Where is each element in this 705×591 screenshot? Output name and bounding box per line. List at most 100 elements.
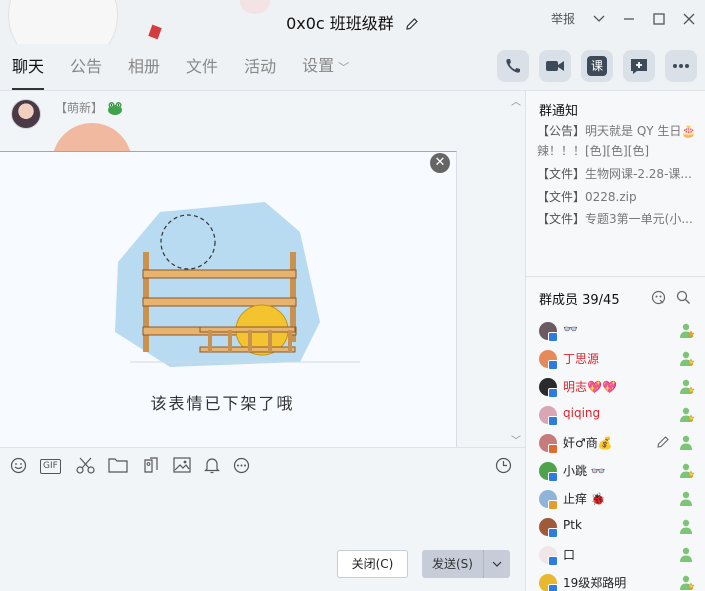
member-name[interactable]: 口 (563, 546, 575, 563)
member-name[interactable]: 小跳 👓 (563, 462, 606, 479)
tab-label: 设置 (302, 56, 335, 75)
emoji-icon[interactable] (10, 457, 27, 478)
history-clock-icon[interactable] (495, 457, 512, 478)
add-app-icon[interactable] (623, 50, 655, 82)
admin-role-icon (678, 350, 696, 368)
member-row[interactable]: 口 (526, 541, 705, 569)
member-name[interactable]: 👓 (563, 322, 578, 336)
member-row[interactable]: 止痒 🐞 (526, 485, 705, 513)
member-name[interactable]: Ptk (563, 518, 582, 532)
sticker-unavailable-caption: 该表情已下架了哦 (150, 394, 295, 413)
video-call-icon[interactable] (539, 50, 571, 82)
device-badge-icon (548, 416, 558, 426)
send-button[interactable]: 发送(S) (422, 550, 510, 578)
member-row[interactable]: 19级郑路明 (526, 569, 705, 591)
edit-pencil-icon[interactable] (405, 16, 419, 35)
tab-files[interactable]: 文件 (186, 44, 218, 90)
edit-pencil-icon[interactable] (656, 435, 670, 453)
member-row[interactable]: 👓 (526, 317, 705, 345)
member-name[interactable]: 止痒 🐞 (563, 490, 606, 507)
tab-activities[interactable]: 活动 (244, 44, 276, 90)
notice-item[interactable]: 【文件】生物网课-2.28-课... (537, 164, 697, 184)
member-name[interactable]: 奸♂商💰 (563, 434, 613, 451)
scissors-icon[interactable] (76, 457, 95, 478)
report-button[interactable]: 举报 (551, 10, 575, 27)
group-name[interactable]: 0x0c 班班级群 (286, 14, 394, 33)
sender-title: 【萌新】 (55, 101, 104, 115)
notice-item[interactable]: 【公告】明天就是 QY 生日🎂辣！！！[色][色][色] (537, 121, 697, 161)
sticker-message[interactable]: 该表情已下架了哦 (0, 151, 457, 447)
close-icon[interactable]: ✕ (430, 153, 450, 173)
bell-icon[interactable] (204, 457, 220, 478)
member-row[interactable]: 奸♂商💰 (526, 429, 705, 457)
more-icon[interactable] (665, 50, 697, 82)
notice-text: 0228.zip (585, 190, 637, 204)
group-members-panel: 群成员 39/45 👓 丁思源明志💖💖 qiqing 奸♂商💰 小跳 👓 止痒 🐞 Ptk 口… (525, 276, 705, 591)
class-icon-label: 课 (587, 56, 607, 76)
notice-tag: 【文件】 (537, 190, 586, 204)
member-name[interactable]: 明志💖💖 (563, 378, 617, 395)
member-name[interactable]: 19级郑路明 (563, 574, 626, 591)
close-icon[interactable] (683, 13, 695, 25)
chevron-down-icon[interactable] (484, 550, 510, 578)
member-role-icon (678, 434, 696, 452)
tab-settings[interactable]: 设置 ﹀ (302, 43, 349, 91)
member-row[interactable]: Ptk (526, 513, 705, 541)
folder-icon[interactable] (108, 457, 128, 477)
tab-label: 活动 (244, 57, 277, 76)
message-input[interactable]: 关闭(C) 发送(S) (0, 483, 525, 591)
more-circle-icon[interactable] (233, 457, 250, 478)
group-notice-panel: 群通知 【公告】明天就是 QY 生日🎂辣！！！[色][色][色] 【文件】生物网… (525, 90, 705, 276)
tab-label: 聊天 (12, 57, 45, 76)
notice-tag: 【公告】 (537, 124, 586, 138)
member-name[interactable]: 丁思源 (563, 350, 599, 367)
maximize-icon[interactable] (653, 12, 665, 25)
shelf-illustration (115, 202, 360, 367)
tab-announcements[interactable]: 公告 (70, 44, 102, 90)
send-button-label[interactable]: 发送(S) (422, 550, 484, 578)
members-title: 群成员 39/45 (539, 293, 620, 308)
member-row[interactable]: 丁思源 (526, 345, 705, 373)
member-name[interactable]: qiqing (563, 406, 600, 420)
phone-icon[interactable] (497, 50, 529, 82)
chevron-down-icon[interactable] (593, 15, 605, 23)
member-row[interactable]: qiqing (526, 401, 705, 429)
tab-chat[interactable]: 聊天 (12, 44, 45, 90)
notice-tag: 【文件】 (537, 212, 586, 226)
tab-album[interactable]: 相册 (128, 44, 160, 90)
image-icon[interactable] (173, 457, 191, 477)
avatar[interactable] (11, 99, 41, 129)
group-tabs: 聊天 公告 相册 文件 活动 设置 ﹀ (0, 44, 525, 90)
chat-message-area[interactable]: 【萌新】 ︿ 该表情已下架了哦 ✕ ﹀ (0, 90, 525, 447)
member-manage-icon[interactable] (651, 290, 666, 309)
notice-item[interactable]: 【文件】0228.zip (537, 187, 697, 207)
member-row[interactable]: 明志💖💖 (526, 373, 705, 401)
admin-role-icon (678, 462, 696, 480)
notice-item[interactable]: 【文件】专题3第一单元(小... (537, 209, 697, 229)
tab-label: 公告 (70, 57, 103, 76)
file-transfer-icon[interactable] (142, 457, 160, 479)
close-button[interactable]: 关闭(C) (337, 550, 408, 578)
notice-text: 生物网课-2.28-课... (585, 167, 692, 181)
admin-role-icon (678, 378, 696, 396)
member-role-icon (678, 490, 696, 508)
device-badge-icon (548, 332, 558, 342)
device-badge-icon (548, 500, 558, 510)
tab-label: 相册 (128, 57, 161, 76)
device-badge-icon (548, 388, 558, 398)
search-icon[interactable] (676, 290, 691, 309)
title-bar: 0x0c 班班级群 举报 (0, 0, 705, 44)
notice-tag: 【文件】 (537, 167, 586, 181)
chevron-up-icon[interactable]: ︿ (511, 93, 521, 108)
member-row[interactable]: 小跳 👓 (526, 457, 705, 485)
chevron-down-icon[interactable]: ﹀ (511, 432, 521, 447)
class-icon[interactable]: 课 (581, 50, 613, 82)
notice-title[interactable]: 群通知 (539, 100, 578, 119)
admin-role-icon (678, 406, 696, 424)
tab-label: 文件 (186, 57, 219, 76)
minimize-icon[interactable] (623, 13, 635, 25)
window-controls: 举报 (551, 10, 695, 27)
gif-icon[interactable]: GIF (40, 457, 61, 474)
device-badge-icon (548, 472, 558, 482)
frog-icon (107, 101, 123, 115)
